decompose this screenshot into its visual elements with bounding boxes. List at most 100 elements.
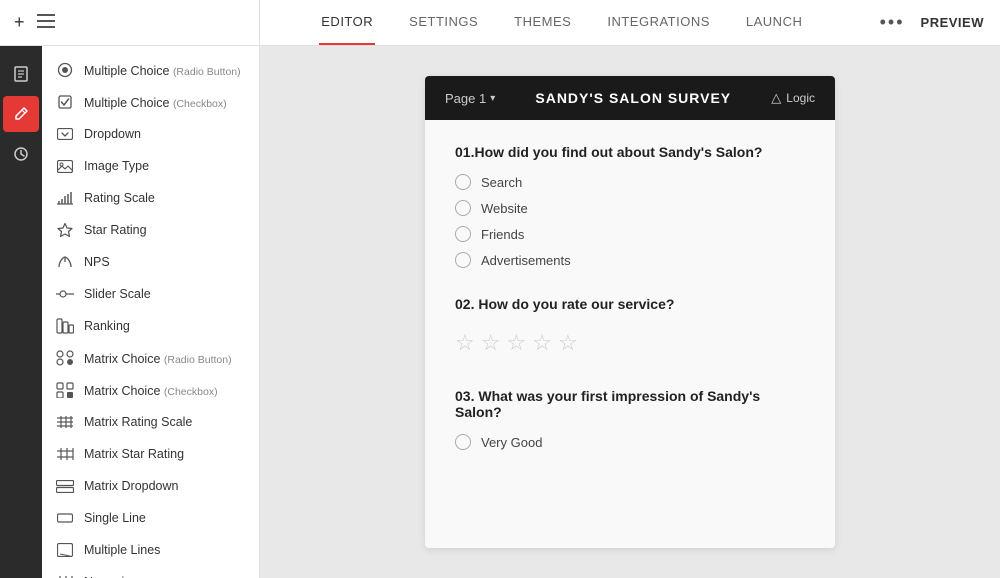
type-star-rating[interactable]: Star Rating [42,214,259,246]
types-panel: Multiple Choice (Radio Button) Multiple … [42,46,260,578]
matrix-radio-icon [56,349,74,367]
type-matrix-dropdown[interactable]: Matrix Dropdown [42,470,259,502]
logic-icon: △ [771,90,781,106]
slider-icon [56,285,74,303]
tab-settings[interactable]: SETTINGS [407,0,480,45]
tab-editor[interactable]: EDITOR [319,0,375,45]
option-search[interactable]: Search [455,174,805,190]
matrix-checkbox-icon [56,381,74,399]
type-label: NPS [84,255,110,269]
top-nav-left: + [0,0,260,45]
top-nav-right: ••• PREVIEW [864,12,1000,33]
survey-body: 01.How did you find out about Sandy's Sa… [425,120,835,502]
rating-scale-icon [56,189,74,207]
type-sublabel: (Radio Button) [173,66,241,78]
tab-themes[interactable]: THEMES [512,0,573,45]
star-2[interactable]: ☆ [481,330,501,356]
star-rating-widget[interactable]: ☆ ☆ ☆ ☆ ☆ [455,326,805,360]
logic-button[interactable]: △ Logic [771,90,815,106]
radio-circle-icon [455,226,471,242]
type-label: Multiple Choice [84,64,173,78]
type-multiple-choice-radio[interactable]: Multiple Choice (Radio Button) [42,54,259,86]
sidebar-item-pages[interactable] [3,56,39,92]
type-label: Single Line [84,511,146,525]
option-label: Website [481,201,528,216]
question-3: 03. What was your first impression of Sa… [455,388,805,450]
type-label: Multiple Lines [84,543,160,557]
type-label: Multiple Choice [84,96,173,110]
question-3-text: 03. What was your first impression of Sa… [455,388,805,420]
tab-launch[interactable]: LAUNCH [744,0,804,45]
tab-integrations[interactable]: INTEGRATIONS [605,0,712,45]
multiple-lines-icon [56,541,74,559]
type-label: Matrix Dropdown [84,479,178,493]
sidebar-item-editor[interactable] [3,96,39,132]
type-sublabel: (Radio Button) [164,354,232,366]
radio-icon [56,61,74,79]
option-label: Advertisements [481,253,571,268]
nps-icon [56,253,74,271]
type-label: Ranking [84,319,130,333]
icon-sidebar [0,46,42,578]
type-single-line[interactable]: Single Line [42,502,259,534]
option-website[interactable]: Website [455,200,805,216]
type-label: Image Type [84,159,149,173]
star-4[interactable]: ☆ [532,330,552,356]
survey-title: SANDY'S SALON SURVEY [535,90,731,106]
radio-circle-icon [455,200,471,216]
sidebar-item-history[interactable] [3,136,39,172]
type-nps[interactable]: NPS [42,246,259,278]
option-advertisements[interactable]: Advertisements [455,252,805,268]
type-matrix-checkbox[interactable]: Matrix Choice (Checkbox) [42,374,259,406]
star-1[interactable]: ☆ [455,330,475,356]
question-2: 02. How do you rate our service? ☆ ☆ ☆ ☆… [455,296,805,360]
main-content: Page 1 ▾ SANDY'S SALON SURVEY △ Logic 01… [260,46,1000,578]
radio-circle-icon [455,174,471,190]
type-image-type[interactable]: Image Type [42,150,259,182]
top-nav: + EDITOR SETTINGS THEMES INTEGRATIONS LA… [0,0,1000,46]
star-5[interactable]: ☆ [558,330,578,356]
main-layout: Multiple Choice (Radio Button) Multiple … [0,46,1000,578]
type-sublabel: (Checkbox) [164,386,218,398]
type-label: Matrix Star Rating [84,447,184,461]
star-icon [56,221,74,239]
page-label: Page 1 [445,91,486,106]
type-multiple-lines[interactable]: Multiple Lines [42,534,259,566]
star-3[interactable]: ☆ [506,330,526,356]
survey-header: Page 1 ▾ SANDY'S SALON SURVEY △ Logic [425,76,835,120]
page-chevron-icon: ▾ [490,93,495,104]
preview-button[interactable]: PREVIEW [921,15,984,30]
add-icon[interactable]: + [14,12,25,33]
top-nav-center: EDITOR SETTINGS THEMES INTEGRATIONS LAUN… [260,0,864,45]
more-options-button[interactable]: ••• [880,12,905,33]
type-label: Matrix Rating Scale [84,415,192,429]
type-ranking[interactable]: Ranking [42,310,259,342]
type-matrix-radio[interactable]: Matrix Choice (Radio Button) [42,342,259,374]
type-label: Matrix Choice [84,384,164,398]
option-friends[interactable]: Friends [455,226,805,242]
type-label: Dropdown [84,127,141,141]
radio-circle-icon [455,434,471,450]
type-matrix-rating[interactable]: Matrix Rating Scale [42,406,259,438]
numeric-icon [56,573,74,578]
option-label: Search [481,175,522,190]
type-label: Slider Scale [84,287,151,301]
type-dropdown[interactable]: Dropdown [42,118,259,150]
survey-card: Page 1 ▾ SANDY'S SALON SURVEY △ Logic 01… [425,76,835,548]
type-multiple-choice-checkbox[interactable]: Multiple Choice (Checkbox) [42,86,259,118]
radio-circle-icon [455,252,471,268]
matrix-dropdown-icon [56,477,74,495]
page-indicator[interactable]: Page 1 ▾ [445,91,495,106]
type-rating-scale[interactable]: Rating Scale [42,182,259,214]
type-slider-scale[interactable]: Slider Scale [42,278,259,310]
type-label: Rating Scale [84,191,155,205]
option-very-good[interactable]: Very Good [455,434,805,450]
type-matrix-star[interactable]: Matrix Star Rating [42,438,259,470]
single-line-icon [56,509,74,527]
type-numeric[interactable]: Numeric [42,566,259,578]
hamburger-icon[interactable] [37,14,55,31]
type-sublabel: (Checkbox) [173,98,227,110]
question-1-text: 01.How did you find out about Sandy's Sa… [455,144,805,160]
type-label: Matrix Choice [84,352,164,366]
question-2-text: 02. How do you rate our service? [455,296,805,312]
